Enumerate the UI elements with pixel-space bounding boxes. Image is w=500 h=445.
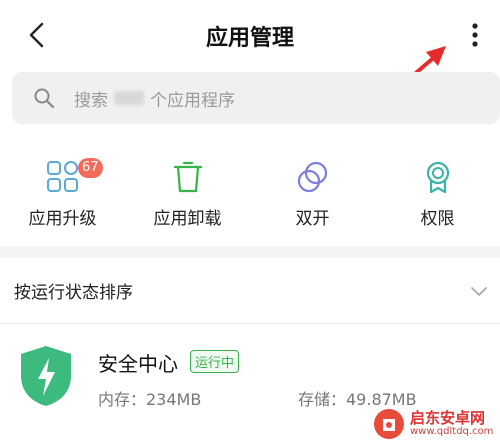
search-input[interactable]: 搜索 个应用程序 (12, 72, 500, 124)
sort-selector[interactable]: 按运行状态排序 (0, 258, 500, 324)
shortcut-upgrade[interactable]: 67 应用升级 (0, 150, 125, 240)
watermark-logo-icon (374, 408, 404, 439)
app-name: 安全中心 (98, 352, 178, 376)
shortcut-label: 应用升级 (28, 209, 97, 229)
site-watermark: 启东安卓网 www.qdltdq.com (372, 402, 500, 445)
shortcut-label: 应用卸载 (153, 209, 222, 229)
shortcut-uninstall[interactable]: 应用卸载 (125, 150, 250, 240)
watermark-brand: 启东安卓网 (410, 408, 486, 427)
dual-circles-icon (297, 161, 327, 193)
sort-label: 按运行状态排序 (14, 283, 133, 303)
more-options-button[interactable] (462, 20, 488, 50)
security-shield-icon (21, 346, 71, 406)
upgrade-grid-icon (46, 161, 78, 192)
blurred-count (114, 91, 144, 105)
watermark-url: www.qdltdq.com (410, 425, 494, 437)
status-badge: 运行中 (190, 350, 240, 373)
shortcut-dual-apps[interactable]: 双开 (250, 150, 375, 240)
shortcut-label: 双开 (295, 209, 330, 229)
memory-usage: 内存：234MB (98, 390, 202, 409)
shortcut-grid: 67 应用升级 应用卸载 双开 权限 (0, 150, 500, 240)
shortcut-permissions[interactable]: 权限 (375, 150, 500, 240)
search-icon (34, 88, 55, 109)
upgrade-count-badge: 67 (78, 158, 103, 178)
section-divider (0, 246, 500, 258)
shortcut-label: 权限 (420, 209, 455, 229)
search-suffix: 个应用程序 (150, 90, 235, 111)
chevron-down-icon (471, 287, 487, 296)
search-placeholder: 搜索 个应用程序 (74, 86, 235, 111)
more-vertical-icon (472, 23, 478, 47)
trash-icon (173, 161, 202, 193)
search-prefix: 搜索 (74, 90, 108, 111)
permission-ribbon-icon (426, 161, 449, 194)
